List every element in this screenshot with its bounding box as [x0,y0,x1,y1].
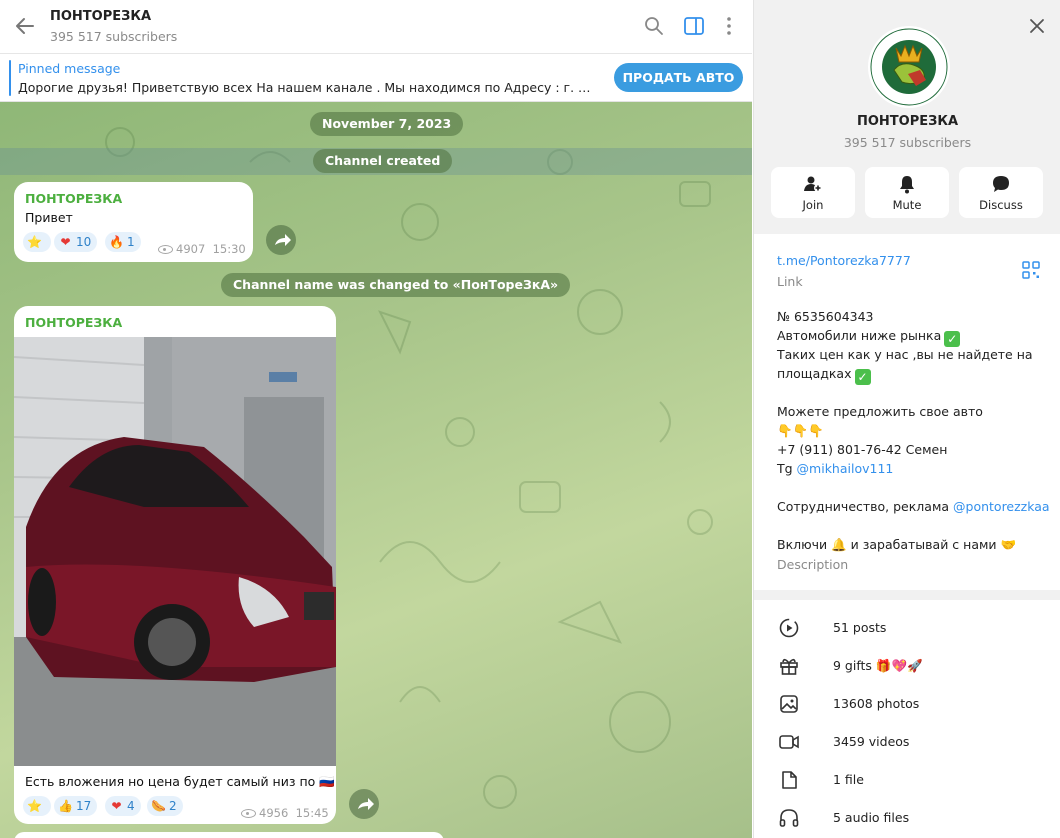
coop-handle-link[interactable]: @pontorezzkaa [953,499,1050,514]
search-icon[interactable] [643,15,665,37]
reaction-fire[interactable]: 🔥 1 [105,232,141,252]
description-coop: Сотрудничество, реклама @pontorezzkaa [777,499,1050,514]
join-label: Join [802,198,824,212]
stat-audio[interactable]: 5 audio files [754,799,1060,837]
close-icon[interactable] [1027,16,1047,36]
pointing-emojis: 👇👇👇 [777,423,824,438]
photo-icon [780,695,798,713]
stat-posts[interactable]: 51 posts [754,609,1060,647]
more-menu-icon[interactable] [718,15,740,37]
mute-label: Mute [892,198,922,212]
posts-icon [779,618,799,638]
chat-bubble-icon [993,176,1009,192]
message-author[interactable]: ПОНТОРЕЗКА [25,191,122,206]
link-label: Link [777,274,803,289]
message-author[interactable]: ПОНТОРЕЗКА [25,315,122,330]
message-meta: 4956 15:45 [241,806,329,820]
check-mark-icon: ✓ [944,331,961,347]
description-last: Включи 🔔 и зарабатывай с нами 🤝 [777,537,1017,552]
channel-info-section: t.me/Pontorezka7777 Link № 6535604343 Ав… [754,235,1060,590]
forward-button[interactable] [349,789,379,819]
headphones-icon [779,809,799,827]
discuss-label: Discuss [979,198,1023,212]
reaction-star[interactable]: ⭐ [23,796,51,816]
reaction-heart[interactable]: ❤ 4 [105,796,141,816]
stat-files[interactable]: 1 file [754,761,1060,799]
join-button[interactable]: Join [771,167,855,218]
chat-area: ПОНТОРЕЗКА 395 517 subscribers Pinned me… [0,0,752,838]
description-phone: +7 (911) 801-76-42 Семен [777,442,948,457]
check-mark-icon: ✓ [854,369,871,385]
message-text: Есть вложения но цена будет самый низ по… [25,774,335,789]
pinned-text: Дорогие друзья! Приветствую всех На наше… [18,80,596,95]
chat-header: ПОНТОРЕЗКА 395 517 subscribers [0,0,752,54]
stat-gifts-text: 9 gifts 🎁💖🚀 [833,658,923,673]
forward-icon [275,234,291,246]
media-stats: 51 posts 9 gifts 🎁💖🚀 13608 photos 3459 v… [754,600,1060,838]
description-line: Таких цен как у нас ,вы не найдете на [777,347,1033,362]
reaction-star[interactable]: ⭐ [23,232,51,252]
description-line: Автомобили ниже рынка ✓ [777,328,961,347]
channel-logo [869,27,949,107]
car-photo[interactable] [14,337,336,766]
description-label: Description [777,557,849,572]
message-meta: 4907 15:30 [158,242,246,256]
channel-title[interactable]: ПОНТОРЕЗКА [50,9,151,24]
stat-audio-text: 5 audio files [833,810,910,825]
file-icon [782,771,797,789]
name-changed-notice: Channel name was changed to «ПонТореЗкА» [221,273,571,297]
mute-button[interactable]: Mute [865,167,949,218]
reaction-thumbs-up[interactable]: 👍 17 [54,796,98,816]
qr-code-icon[interactable] [1022,261,1040,279]
description-line: площадках ✓ [777,366,871,385]
description-tg: Tg @mikhailov111 [777,461,894,476]
stat-videos-text: 3459 videos [833,734,910,749]
description-number: № 6535604343 [777,309,874,324]
description-line: Можете предложить свое авто [777,404,983,419]
stat-posts-text: 51 posts [833,620,887,635]
stat-photos-text: 13608 photos [833,696,920,711]
reaction-heart[interactable]: ❤ 10 [54,232,98,252]
channel-link[interactable]: t.me/Pontorezka7777 [777,253,911,268]
add-user-icon [804,176,822,192]
sidebar-toggle-icon[interactable] [683,15,705,37]
discuss-button[interactable]: Discuss [959,167,1043,218]
channel-info-panel: ПОНТОРЕЗКА 395 517 subscribers Join Mute… [753,0,1060,838]
video-icon [779,735,799,749]
car-photo-image [14,337,336,766]
stat-files-text: 1 file [833,772,864,787]
message-text: Привет [25,210,73,225]
stat-photos[interactable]: 13608 photos [754,685,1060,723]
panel-subscribers: 395 517 subscribers [843,135,972,150]
date-separator: November 7, 2023 [310,112,464,136]
channel-subscribers: 395 517 subscribers [50,29,178,44]
tg-handle-link[interactable]: @mikhailov111 [797,461,894,476]
section-separator [754,590,1060,600]
pinned-indicator [9,60,11,96]
stat-gifts[interactable]: 9 gifts 🎁💖🚀 [754,647,1060,685]
views-icon [241,809,256,818]
panel-channel-title: ПОНТОРЕЗКА [856,114,959,129]
stat-videos[interactable]: 3459 videos [754,723,1060,761]
sell-car-button[interactable]: ПРОДАТЬ АВТО [614,63,743,92]
views-icon [158,245,173,254]
pinned-label: Pinned message [18,61,121,76]
next-message-bubble[interactable] [14,832,444,838]
forward-button[interactable] [266,225,296,255]
gift-icon [780,658,798,675]
back-arrow-icon[interactable] [14,15,36,37]
reaction-hotdog[interactable]: 🌭 2 [147,796,183,816]
forward-icon [358,798,374,810]
channel-avatar[interactable] [868,26,950,108]
channel-created-notice: Channel created [313,149,453,173]
panel-header: ПОНТОРЕЗКА 395 517 subscribers Join Mute… [754,0,1060,234]
bell-icon [900,176,914,194]
